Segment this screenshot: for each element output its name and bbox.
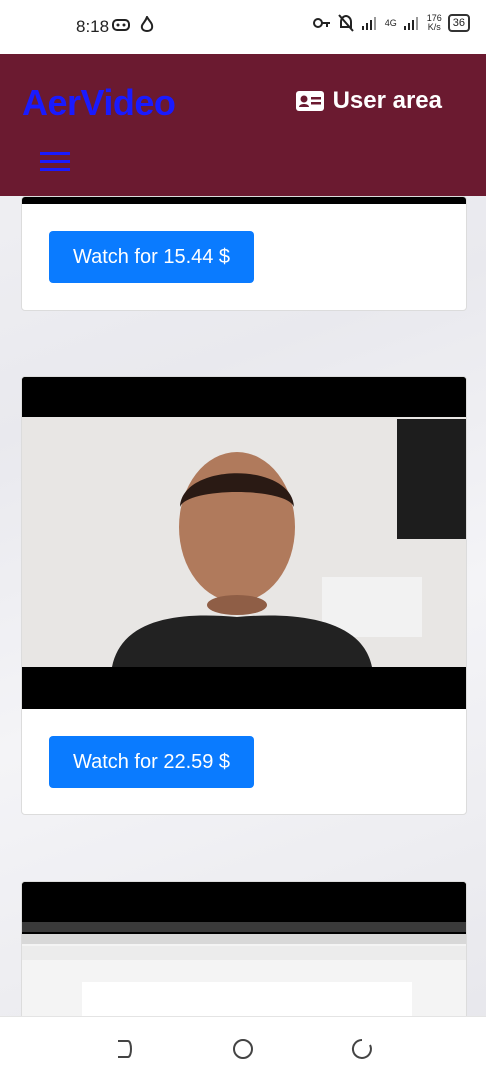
system-nav-bar (0, 1016, 486, 1081)
network-type: 4G (384, 18, 397, 28)
status-right-icons: 4G 176 K/s 36 (312, 14, 470, 32)
video-card (21, 881, 467, 1023)
brand-logo[interactable]: AerVideo (22, 82, 176, 124)
video-card: Watch for 22.59 $ (21, 376, 467, 815)
user-area-link[interactable]: User area (295, 87, 442, 115)
app-header: AerVideo User area (0, 54, 486, 196)
signal-icon (361, 14, 379, 32)
mute-bell-icon (337, 14, 355, 32)
recents-icon[interactable] (350, 1037, 374, 1061)
video-card: Watch for 15.44 $ (21, 196, 467, 311)
home-icon[interactable] (231, 1037, 255, 1061)
video-thumbnail[interactable] (22, 377, 466, 709)
status-time: 8:18 (76, 17, 110, 36)
net-speed-unit: K/s (427, 22, 441, 32)
signal-icon (403, 14, 421, 32)
user-area-label: User area (332, 87, 442, 114)
watch-button[interactable]: Watch for 22.59 $ (49, 736, 254, 788)
net-speed: 176 K/s (427, 14, 442, 32)
status-left-icons (112, 16, 156, 34)
id-card-icon (295, 91, 324, 111)
battery-icon: 36 (447, 14, 470, 32)
watch-button[interactable]: Watch for 15.44 $ (49, 231, 254, 283)
key-icon (312, 14, 331, 32)
video-thumbnail[interactable] (22, 882, 466, 1022)
back-icon[interactable] (112, 1037, 136, 1061)
video-thumbnail[interactable] (22, 197, 466, 204)
flame-icon (138, 16, 156, 34)
gamepad-icon (112, 16, 130, 34)
hamburger-menu-icon[interactable] (38, 148, 72, 176)
status-bar: 8:18 4G 176 K/s 36 (0, 0, 486, 54)
